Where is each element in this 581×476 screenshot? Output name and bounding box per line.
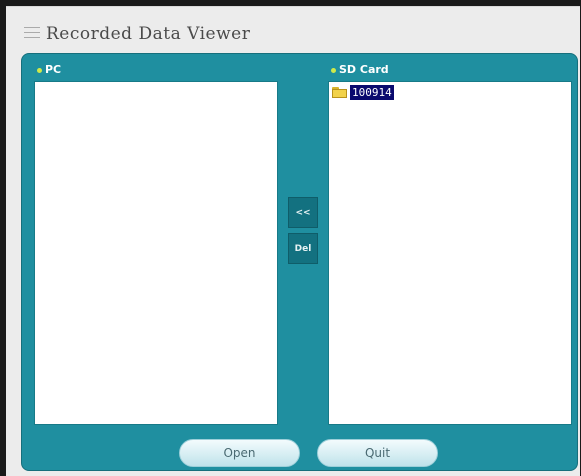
pc-pane-label: PC xyxy=(37,63,61,76)
main-panel: PC << Del SD Card 100914 Open Quit xyxy=(21,53,578,471)
title-bar: Recorded Data Viewer xyxy=(6,7,580,53)
folder-icon xyxy=(332,87,347,98)
delete-button[interactable]: Del xyxy=(288,233,318,264)
bullet-icon xyxy=(37,67,42,73)
window-title: Recorded Data Viewer xyxy=(46,24,251,44)
open-button[interactable]: Open xyxy=(179,439,300,467)
quit-button[interactable]: Quit xyxy=(317,439,438,467)
sd-card-pane-label: SD Card xyxy=(331,63,389,76)
sd-card-file-list[interactable]: 100914 xyxy=(328,81,572,425)
pc-label-text: PC xyxy=(45,63,62,76)
folder-name: 100914 xyxy=(350,85,394,100)
list-item[interactable]: 100914 xyxy=(332,85,394,100)
recorded-data-viewer-window: Recorded Data Viewer PC << Del SD Card 1… xyxy=(6,6,580,476)
window-menu-icon[interactable] xyxy=(24,27,40,39)
pc-file-list[interactable] xyxy=(34,81,278,425)
bullet-icon xyxy=(331,67,336,73)
sd-card-label-text: SD Card xyxy=(339,63,389,76)
copy-to-pc-button[interactable]: << xyxy=(288,197,318,228)
